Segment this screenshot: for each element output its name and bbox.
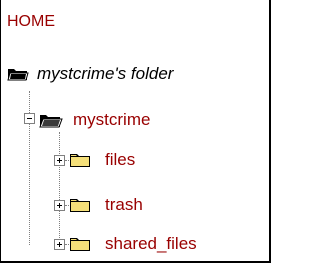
root-folder-label: mystcrime's folder [37,64,174,83]
trash-label: trash [105,195,143,214]
files-label: files [105,150,136,169]
open-folder-dark-icon [7,66,29,82]
expand-toggle-shared-files[interactable] [54,239,65,250]
open-folder-icon [39,112,63,129]
tree-node-files[interactable]: files [69,148,135,172]
tree-node-trash[interactable]: trash [69,193,143,217]
expand-toggle-trash[interactable] [54,200,65,211]
tree-node-shared-files[interactable]: shared_files [69,232,197,256]
tree-node-user[interactable]: mystcrime [39,108,150,132]
tree-node-root[interactable]: mystcrime's folder [7,62,173,86]
folder-icon [69,236,91,252]
expand-toggle-files[interactable] [54,155,65,166]
home-link[interactable]: HOME [7,10,55,34]
home-label: HOME [7,13,55,30]
collapse-toggle[interactable] [24,113,35,124]
folder-icon [69,197,91,213]
folder-tree-panel: HOME mystcrime's folder mystcrime files … [0,0,271,263]
folder-icon [69,152,91,168]
user-folder-label: mystcrime [73,110,151,129]
tree-guide-line [59,132,60,244]
shared-files-label: shared_files [105,234,197,253]
